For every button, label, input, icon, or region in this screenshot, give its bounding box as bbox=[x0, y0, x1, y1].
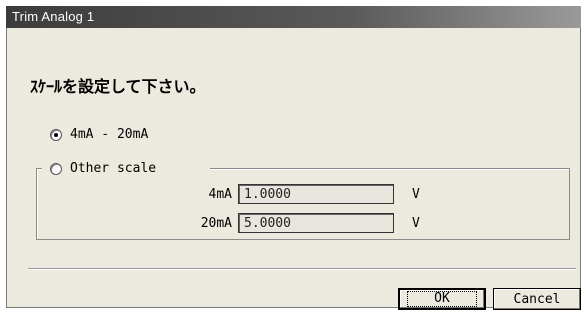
trim-analog-dialog bbox=[6, 6, 581, 308]
title-bar[interactable]: Trim Analog 1 bbox=[6, 6, 581, 28]
low-scale-unit: V bbox=[412, 187, 420, 202]
cancel-button[interactable]: Cancel bbox=[493, 288, 581, 310]
radio-preset-indicator[interactable] bbox=[50, 128, 62, 141]
high-scale-label: 20mA bbox=[200, 216, 232, 231]
low-scale-field[interactable]: 1.0000 bbox=[238, 184, 394, 204]
low-scale-label: 4mA bbox=[208, 187, 232, 202]
ok-button-label: OK bbox=[407, 291, 477, 307]
high-scale-unit: V bbox=[412, 216, 420, 231]
high-scale-field[interactable]: 5.0000 bbox=[238, 213, 394, 233]
ok-button[interactable]: OK bbox=[398, 288, 486, 310]
button-separator bbox=[28, 268, 576, 270]
radio-other-label: Other scale bbox=[70, 161, 157, 176]
radio-option-other[interactable]: Other scale bbox=[50, 161, 156, 176]
window-title: Trim Analog 1 bbox=[12, 9, 95, 24]
radio-other-indicator[interactable] bbox=[50, 162, 62, 175]
radio-preset-label: 4mA - 20mA bbox=[70, 127, 149, 142]
instruction-text: ｽｹｰﾙを設定して下さい。 bbox=[30, 77, 206, 96]
radio-option-preset[interactable]: 4mA - 20mA bbox=[50, 127, 148, 142]
